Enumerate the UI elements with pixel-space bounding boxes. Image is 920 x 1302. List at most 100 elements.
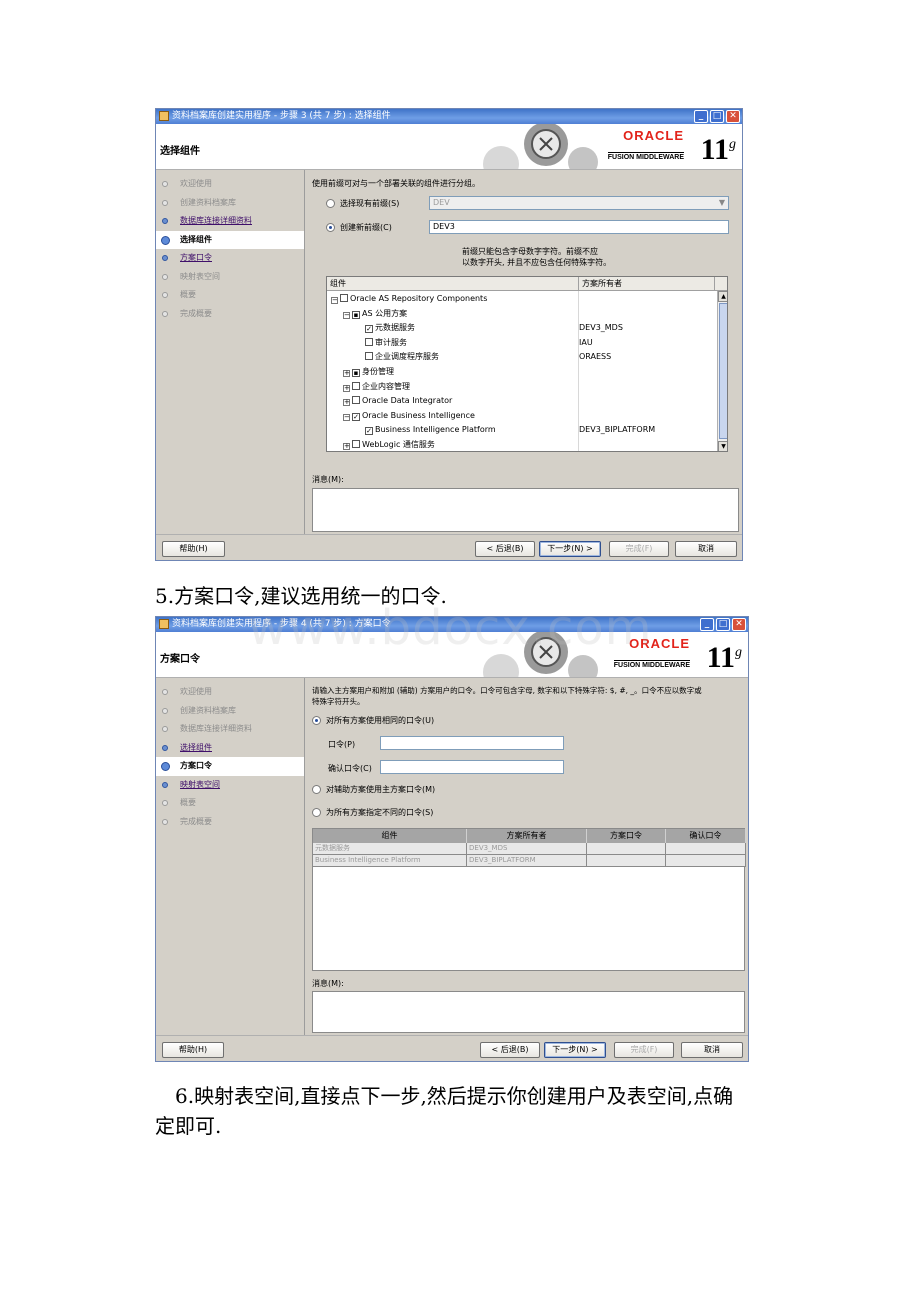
radio-icon (312, 716, 321, 725)
step-create-repository: 创建资料档案库 (156, 702, 304, 721)
window-title: 资料档案库创建实用程序 - 步骤 4 (共 7 步) : 方案口令 (172, 619, 391, 629)
fusion-middleware-label: FUSION MIDDLEWARE (607, 152, 684, 161)
button-bar: 帮助(H) < 后退(B) 下一步(N) > 完成(F) 取消 (156, 534, 742, 560)
step-schema-passwords: 方案口令 (156, 757, 304, 776)
radio-icon (326, 199, 335, 208)
components-tree-table: 组件 方案所有者 − Oracle AS Repository Component… (326, 276, 728, 452)
close-button[interactable]: ✕ (732, 618, 746, 631)
java-app-icon (159, 619, 169, 629)
col-header-owner[interactable]: 方案所有者 (579, 277, 715, 291)
version-suffix: g (735, 645, 742, 660)
step-navigator: 欢迎使用 创建资料档案库 数据库连接详细资料 选择组件 方案口令 映射表空间 概… (156, 678, 305, 1035)
cancel-button[interactable]: 取消 (675, 541, 737, 557)
oracle-logo: ORACLE (629, 636, 690, 651)
close-button[interactable]: ✕ (726, 110, 740, 123)
finish-button[interactable]: 完成(F) (614, 1042, 674, 1058)
window-title: 资料档案库创建实用程序 - 步骤 3 (共 7 步) : 选择组件 (172, 111, 391, 121)
message-box[interactable] (312, 488, 739, 532)
radio-new-prefix[interactable]: 创建新前缀(C) (326, 222, 392, 234)
gears-logo-icon (483, 632, 598, 677)
grid-cell-owner: DEV3_MDS (467, 843, 587, 855)
step-schema-passwords[interactable]: 方案口令 (156, 249, 304, 268)
button-bar: 帮助(H) < 后退(B) 下一步(N) > 完成(F) 取消 (156, 1035, 748, 1061)
wizard-header: 方案口令 ORACLE FUSION MIDDLEWARE 11g (156, 632, 748, 678)
wizard-header: 选择组件 ORACLE FUSION MIDDLEWARE 11g (156, 124, 742, 170)
grid-cell-owner: DEV3_BIPLATFORM (467, 855, 587, 867)
page-title: 方案口令 (160, 654, 200, 665)
instruction-line1: 请输入主方案用户和附加 (辅助) 方案用户的口令。口令可包含字母, 数字和以下特… (312, 686, 702, 695)
col-header-component[interactable]: 组件 (327, 277, 579, 291)
maximize-button[interactable]: □ (710, 110, 724, 123)
next-button[interactable]: 下一步(N) > (544, 1042, 606, 1058)
step-create-repository: 创建资料档案库 (156, 194, 304, 213)
instruction-line2: 特殊字符开头。 (312, 697, 365, 706)
title-bar: 资料档案库创建实用程序 - 步骤 4 (共 7 步) : 方案口令 _ □ ✕ (156, 617, 748, 632)
step-db-connection[interactable]: 数据库连接详细资料 (156, 212, 304, 231)
step-navigator: 欢迎使用 创建资料档案库 数据库连接详细资料 选择组件 方案口令 映射表空间 概… (156, 170, 305, 534)
grid-cell-component: 元数据服务 (313, 843, 467, 855)
password-label: 口令(P) (328, 740, 356, 749)
message-label: 消息(M): (312, 979, 344, 988)
paragraph-step5: 5.方案口令,建议选用统一的口令. (155, 584, 447, 608)
version-number: 11 (700, 133, 729, 166)
grid-cell-confirm[interactable] (666, 843, 746, 855)
back-button[interactable]: < 后退(B) (475, 541, 535, 557)
minimize-button[interactable]: _ (694, 110, 708, 123)
password-input[interactable] (380, 736, 564, 750)
confirm-password-input[interactable] (380, 760, 564, 774)
grid-header-component: 组件 (313, 829, 467, 843)
version-number: 11 (706, 641, 735, 674)
step-map-tablespaces[interactable]: 映射表空间 (156, 776, 304, 795)
title-bar: 资料档案库创建实用程序 - 步骤 3 (共 7 步) : 选择组件 _ □ ✕ (156, 109, 742, 124)
radio-icon (312, 785, 321, 794)
step-map-tablespaces: 映射表空间 (156, 268, 304, 287)
rcu-window-step3: 资料档案库创建实用程序 - 步骤 3 (共 7 步) : 选择组件 _ □ ✕ … (155, 108, 743, 561)
message-box[interactable] (312, 991, 745, 1033)
radio-aux-use-main[interactable]: 对辅助方案使用主方案口令(M) (312, 784, 435, 796)
page-title: 选择组件 (160, 146, 200, 157)
step-select-components: 选择组件 (156, 230, 304, 249)
cancel-button[interactable]: 取消 (681, 1042, 743, 1058)
help-button[interactable]: 帮助(H) (162, 1042, 224, 1058)
minimize-button[interactable]: _ (700, 618, 714, 631)
back-button[interactable]: < 后退(B) (480, 1042, 540, 1058)
grid-header-confirm: 确认口令 (666, 829, 746, 843)
oracle-logo: ORACLE (623, 128, 684, 143)
scroll-up-icon[interactable]: ▲ (718, 291, 727, 302)
radio-same-password[interactable]: 对所有方案使用相同的口令(U) (312, 715, 434, 727)
version-logo: 11g (707, 636, 742, 675)
step-welcome: 欢迎使用 (156, 175, 304, 194)
fusion-middleware-label: FUSION MIDDLEWARE (613, 660, 690, 669)
grid-cell-confirm[interactable] (666, 855, 746, 867)
help-button[interactable]: 帮助(H) (162, 541, 225, 557)
paragraph-step6-line1: 6.映射表空间,直接点下一步,然后提示你创建用户及表空间,点确 (175, 1084, 734, 1108)
existing-prefix-select[interactable]: DEV ▼ (429, 196, 729, 210)
step-completion-summary: 完成概要 (156, 813, 304, 832)
version-suffix: g (729, 137, 736, 152)
radio-different-passwords[interactable]: 为所有方案指定不同的口令(S) (312, 807, 433, 819)
step-select-components[interactable]: 选择组件 (156, 739, 304, 758)
scroll-thumb[interactable] (719, 303, 727, 439)
grid-header-password: 方案口令 (587, 829, 666, 843)
new-prefix-input[interactable]: DEV3 (429, 220, 729, 234)
confirm-password-label: 确认口令(C) (328, 764, 372, 773)
prefix-note-line2: 以数字开头, 并且不应包含任何特殊字符。 (462, 258, 612, 267)
grid-header-owner: 方案所有者 (467, 829, 587, 843)
grid-cell-component: Business Intelligence Platform (313, 855, 467, 867)
step-summary: 概要 (156, 794, 304, 813)
chevron-down-icon: ▼ (718, 198, 725, 207)
rcu-window-step4: 资料档案库创建实用程序 - 步骤 4 (共 7 步) : 方案口令 _ □ ✕ … (155, 616, 749, 1062)
radio-existing-prefix[interactable]: 选择现有前缀(S) (326, 198, 399, 210)
next-button[interactable]: 下一步(N) > (539, 541, 601, 557)
step-summary: 概要 (156, 286, 304, 305)
main-panel: 请输入主方案用户和附加 (辅助) 方案用户的口令。口令可包含字母, 数字和以下特… (306, 678, 746, 1035)
scroll-down-icon[interactable]: ▼ (718, 441, 727, 451)
vertical-scrollbar[interactable]: ▲ ▼ (717, 291, 727, 451)
grid-cell-password[interactable] (587, 855, 666, 867)
radio-icon (326, 223, 335, 232)
grid-cell-password[interactable] (587, 843, 666, 855)
maximize-button[interactable]: □ (716, 618, 730, 631)
finish-button[interactable]: 完成(F) (609, 541, 669, 557)
instruction-text: 使用前缀可对与一个部署关联的组件进行分组。 (312, 179, 480, 188)
schema-password-grid: 组件 方案所有者 方案口令 确认口令 元数据服务 DEV3_MDS Busine… (312, 828, 746, 971)
